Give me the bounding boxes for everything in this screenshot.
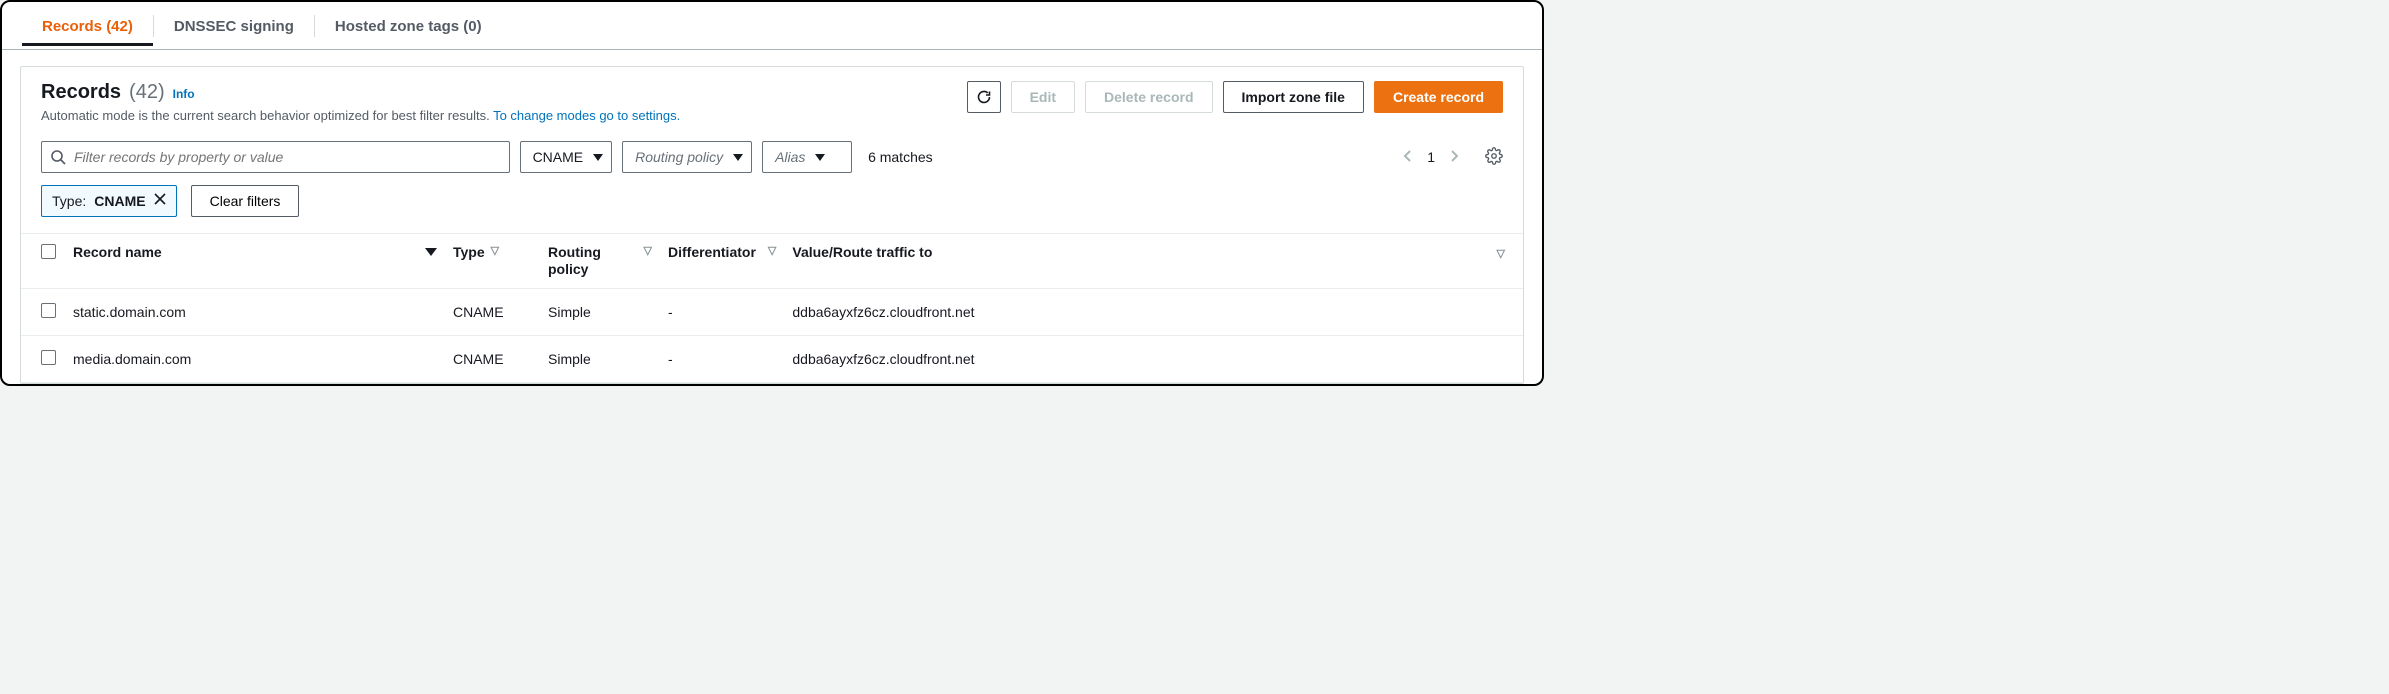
chip-remove[interactable]: [154, 192, 166, 210]
pager-next[interactable]: [1449, 149, 1459, 166]
cell-type: CNAME: [445, 335, 540, 382]
filter-chips: Type: CNAME Clear filters: [21, 185, 1523, 233]
type-dropdown-value: CNAME: [533, 149, 584, 165]
delete-record-button[interactable]: Delete record: [1085, 81, 1212, 113]
cell-type: CNAME: [445, 288, 540, 335]
pager-prev[interactable]: [1403, 149, 1413, 166]
sort-icon[interactable]: ▽: [491, 244, 499, 257]
refresh-icon: [976, 89, 992, 105]
sort-desc-icon[interactable]: [425, 248, 437, 256]
search-wrapper[interactable]: [41, 141, 510, 173]
edit-button[interactable]: Edit: [1011, 81, 1075, 113]
title-block: Records (42) Info Automatic mode is the …: [41, 81, 967, 123]
chip-label: Type:: [52, 193, 86, 209]
routing-policy-dropdown[interactable]: Routing policy: [622, 141, 752, 173]
search-icon: [50, 149, 66, 165]
col-value[interactable]: Value/Route traffic to: [792, 244, 932, 260]
table-row[interactable]: media.domain.com CNAME Simple - ddba6ayx…: [21, 335, 1523, 382]
cell-value: ddba6ayxfz6cz.cloudfront.net: [784, 335, 1477, 382]
settings-button[interactable]: [1485, 147, 1503, 168]
panel-header: Records (42) Info Automatic mode is the …: [21, 67, 1523, 133]
subtitle-settings-link[interactable]: To change modes go to settings.: [493, 108, 680, 123]
caret-down-icon: [593, 154, 603, 161]
caret-down-icon: [733, 154, 743, 161]
cell-diff: -: [660, 288, 784, 335]
records-container: Records (42) Info Automatic mode is the …: [20, 66, 1524, 384]
select-all-checkbox[interactable]: [41, 244, 56, 259]
col-routing-policy[interactable]: Routing policy: [548, 244, 632, 278]
tab-records[interactable]: Records (42): [22, 6, 153, 45]
cell-policy: Simple: [540, 288, 660, 335]
panel-count: (42): [129, 81, 165, 104]
chip-value: CNAME: [94, 193, 145, 209]
panel-subtitle: Automatic mode is the current search beh…: [41, 108, 967, 123]
tabs-bar: Records (42) DNSSEC signing Hosted zone …: [2, 2, 1542, 50]
sort-icon[interactable]: ▽: [644, 244, 652, 257]
filter-row: CNAME Routing policy Alias 6 matches 1: [21, 133, 1523, 185]
row-checkbox[interactable]: [41, 350, 56, 365]
subtitle-text: Automatic mode is the current search beh…: [41, 108, 493, 123]
type-filter-chip: Type: CNAME: [41, 185, 177, 217]
alias-dropdown[interactable]: Alias: [762, 141, 852, 173]
panel-title: Records: [41, 81, 121, 104]
pager: 1: [1403, 149, 1459, 166]
import-zone-file-button[interactable]: Import zone file: [1223, 81, 1364, 113]
col-differentiator[interactable]: Differentiator: [668, 244, 756, 261]
caret-down-icon: [815, 154, 825, 161]
match-count: 6 matches: [868, 149, 933, 165]
pager-current: 1: [1427, 149, 1435, 165]
create-record-button[interactable]: Create record: [1374, 81, 1503, 113]
row-checkbox[interactable]: [41, 303, 56, 318]
cell-diff: -: [660, 335, 784, 382]
type-dropdown[interactable]: CNAME: [520, 141, 613, 173]
cell-record-name: static.domain.com: [65, 288, 445, 335]
tab-hosted-zone-tags[interactable]: Hosted zone tags (0): [315, 6, 502, 45]
sort-icon[interactable]: ▽: [1497, 248, 1505, 260]
col-record-name[interactable]: Record name: [73, 244, 162, 261]
col-type[interactable]: Type: [453, 244, 485, 261]
gear-icon: [1485, 147, 1503, 165]
cell-record-name: media.domain.com: [65, 335, 445, 382]
search-input[interactable]: [74, 149, 501, 165]
panel-actions: Edit Delete record Import zone file Crea…: [967, 81, 1503, 113]
table-row[interactable]: static.domain.com CNAME Simple - ddba6ay…: [21, 288, 1523, 335]
chevron-right-icon: [1449, 149, 1459, 163]
alias-placeholder: Alias: [775, 149, 805, 165]
cell-policy: Simple: [540, 335, 660, 382]
sort-icon[interactable]: ▽: [768, 244, 776, 257]
routing-policy-placeholder: Routing policy: [635, 149, 723, 165]
close-icon: [154, 193, 166, 205]
hosted-zone-panel: Records (42) DNSSEC signing Hosted zone …: [0, 0, 1544, 386]
cell-value: ddba6ayxfz6cz.cloudfront.net: [784, 288, 1477, 335]
tab-dnssec[interactable]: DNSSEC signing: [154, 6, 314, 45]
info-link[interactable]: Info: [173, 87, 195, 101]
chevron-left-icon: [1403, 149, 1413, 163]
records-table: Record name Type ▽ Routing polic: [21, 233, 1523, 383]
refresh-button[interactable]: [967, 81, 1001, 113]
clear-filters-button[interactable]: Clear filters: [191, 185, 300, 217]
